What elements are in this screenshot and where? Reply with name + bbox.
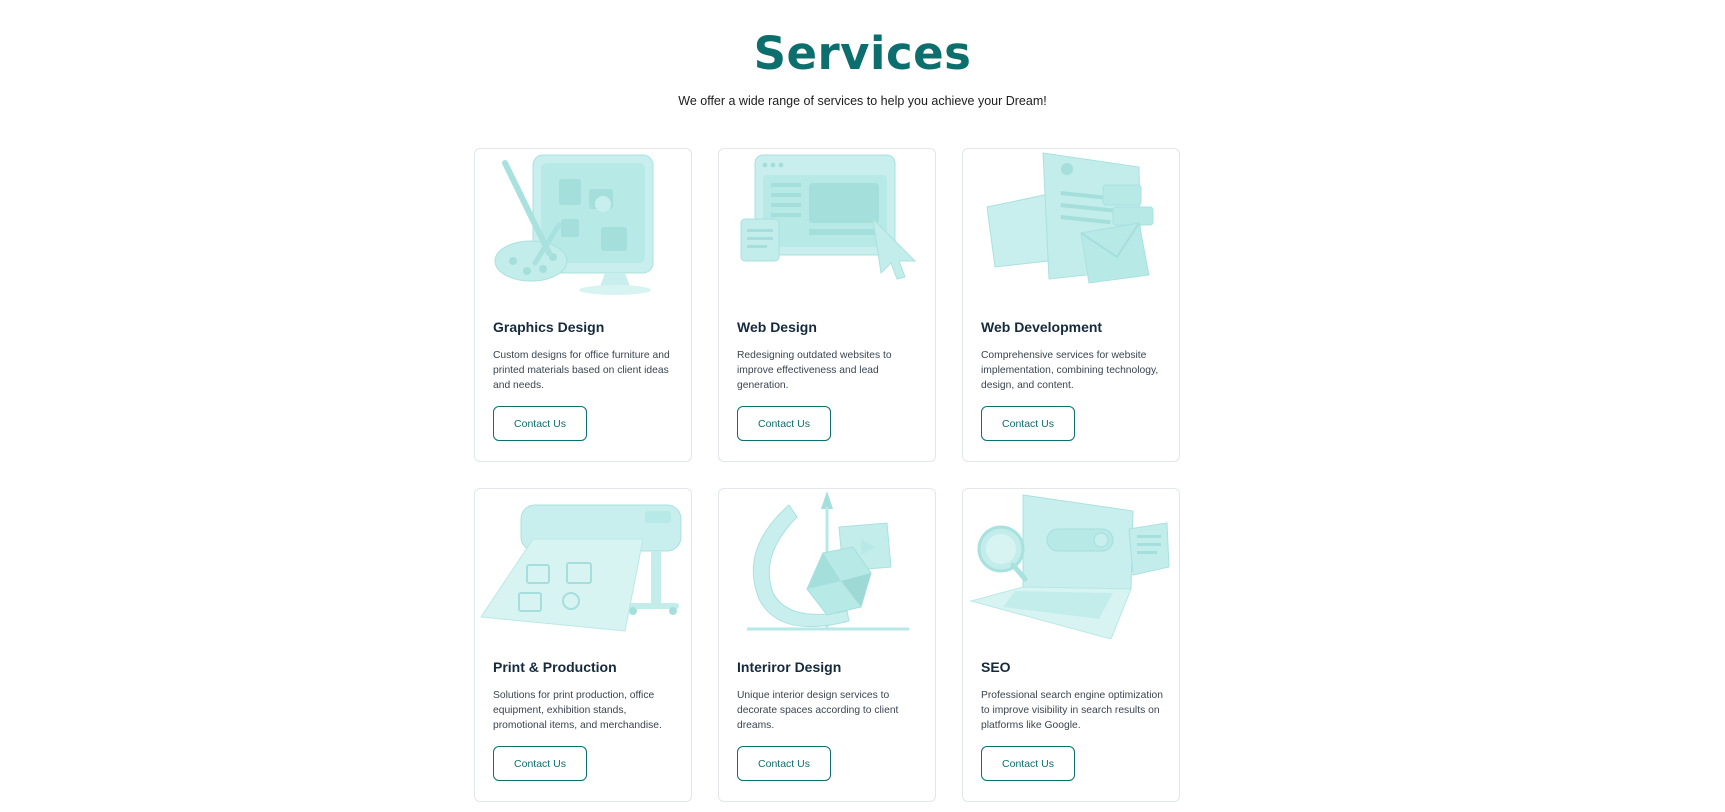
- interior-design-illustration: [719, 489, 935, 639]
- web-design-illustration: [719, 149, 935, 299]
- web-development-illustration: [963, 149, 1179, 299]
- contact-us-button[interactable]: Contact Us: [737, 406, 831, 441]
- services-page: Services We offer a wide range of servic…: [0, 0, 1725, 812]
- contact-us-button[interactable]: Contact Us: [981, 406, 1075, 441]
- service-title: Web Development: [981, 319, 1103, 335]
- contact-us-button[interactable]: Contact Us: [493, 746, 587, 781]
- page-title: Services: [753, 27, 972, 80]
- service-card-seo: SEO Professional search engine optimizat…: [962, 488, 1180, 802]
- service-title: Web Design: [737, 319, 817, 335]
- service-title: Graphics Design: [493, 319, 605, 335]
- service-description: Redesigning outdated websites to improve…: [737, 350, 892, 391]
- service-card-graphics-design: Graphics Design Custom designs for offic…: [474, 148, 692, 462]
- service-description: Unique interior design services to decor…: [737, 690, 899, 731]
- seo-illustration: [963, 489, 1179, 639]
- contact-us-button[interactable]: Contact Us: [737, 746, 831, 781]
- service-description: Solutions for print production, office e…: [493, 690, 662, 731]
- print-production-illustration: [475, 489, 691, 639]
- services-grid: Graphics Design Custom designs for offic…: [474, 148, 1181, 802]
- service-card-print-production: Print & Production Solutions for print p…: [474, 488, 692, 802]
- page-subtitle: We offer a wide range of services to hel…: [678, 94, 1047, 108]
- service-description: Comprehensive services for website imple…: [981, 350, 1159, 391]
- service-title: Interiror Design: [737, 659, 842, 675]
- service-card-web-design: Web Design Redesigning outdated websites…: [718, 148, 936, 462]
- contact-us-button[interactable]: Contact Us: [981, 746, 1075, 781]
- service-title: SEO: [981, 659, 1011, 675]
- service-title: Print & Production: [493, 659, 617, 675]
- service-description: Professional search engine optimization …: [981, 690, 1164, 731]
- graphics-design-illustration: [475, 149, 691, 299]
- services-header: Services We offer a wide range of servic…: [0, 0, 1725, 109]
- service-card-interior-design: Interiror Design Unique interior design …: [718, 488, 936, 802]
- contact-us-button[interactable]: Contact Us: [493, 406, 587, 441]
- service-description: Custom designs for office furniture and …: [493, 350, 670, 391]
- service-card-web-development: Web Development Comprehensive services f…: [962, 148, 1180, 462]
